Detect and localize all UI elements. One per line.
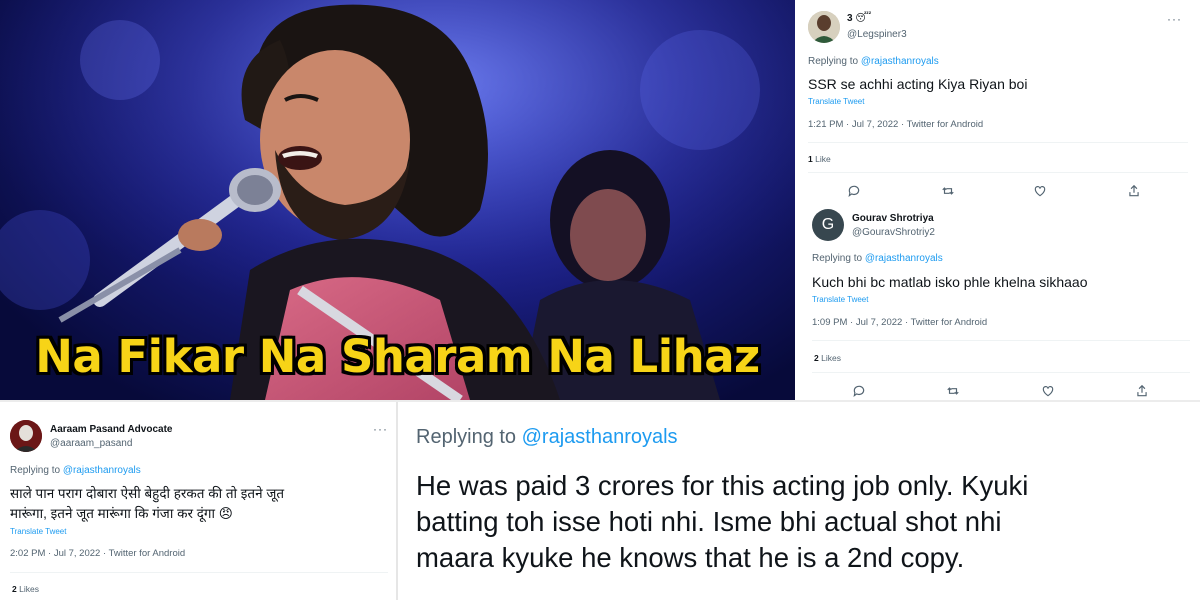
tweet-text-line-2: batting toh isse hoti nhi. Isme bhi actu… — [416, 506, 1002, 537]
display-name[interactable]: Gourav Shrotriya — [852, 213, 934, 224]
display-name[interactable]: Aaraam Pasand Advocate — [50, 424, 172, 435]
avatar-letter: G — [821, 216, 835, 233]
tweet-timestamp[interactable]: 2:02 PM · Jul 7, 2022 · Twitter for Andr… — [10, 548, 185, 559]
user-handle[interactable]: @Legspiner3 — [847, 29, 907, 40]
tweet-text-line-2: मारूंगा, इतने जूत मारूंगा कि गंजा कर दूं… — [10, 506, 233, 521]
replying-to: Replying to @rajasthanroyals — [808, 56, 939, 67]
divider — [808, 142, 1188, 143]
likes-count[interactable]: 2 Likes — [12, 584, 39, 594]
share-icon[interactable] — [1127, 184, 1141, 198]
mention-link[interactable]: @rajasthanroyals — [63, 465, 141, 476]
mention-link[interactable]: @rajasthanroyals — [522, 426, 678, 448]
likes-count[interactable]: 2 Likes — [814, 353, 841, 363]
reply-icon[interactable] — [852, 384, 866, 398]
tweet-text-line-1: साले पान पराग दोबारा ऐसी बेहुदी हरकत की … — [10, 486, 285, 501]
zoomed-tweet: Replying to @rajasthanroyals He was paid… — [398, 402, 1200, 600]
avatar[interactable]: G — [812, 209, 844, 241]
avatar[interactable] — [10, 420, 42, 452]
replying-to-label: Replying to — [808, 56, 861, 67]
divider — [812, 340, 1190, 341]
replying-to-label: Replying to — [416, 426, 522, 448]
meme-image: Na Fikar Na Sharam Na Lihaz — [0, 0, 795, 400]
replying-to: Replying to @rajasthanroyals — [10, 465, 141, 476]
meme-caption: Na Fikar Na Sharam Na Lihaz — [35, 330, 760, 383]
retweet-icon[interactable] — [941, 184, 955, 198]
replying-to-label: Replying to — [10, 465, 63, 476]
likes-count[interactable]: 1 Like — [808, 154, 831, 164]
more-icon[interactable]: ··· — [1167, 12, 1182, 26]
user-handle[interactable]: @GouravShrotriy2 — [852, 227, 935, 238]
like-icon[interactable] — [1041, 384, 1055, 398]
avatar[interactable] — [808, 11, 840, 43]
mention-link[interactable]: @rajasthanroyals — [861, 56, 939, 67]
tweet-card-gouravshrotriy2[interactable]: G Gourav Shrotriya @GouravShrotriy2 Repl… — [798, 200, 1200, 400]
replying-to: Replying to @rajasthanroyals — [416, 426, 678, 449]
user-handle[interactable]: @aaraam_pasand — [50, 438, 132, 449]
tweet-timestamp[interactable]: 1:09 PM · Jul 7, 2022 · Twitter for Andr… — [812, 317, 987, 328]
translate-tweet-link[interactable]: Translate Tweet — [808, 97, 864, 106]
tweet-text: Kuch bhi bc matlab isko phle khelna sikh… — [812, 274, 1088, 290]
tweet-text-line-1: He was paid 3 crores for this acting job… — [416, 470, 1029, 501]
more-icon[interactable]: ··· — [373, 422, 388, 436]
like-icon[interactable] — [1033, 184, 1047, 198]
reply-icon[interactable] — [847, 184, 861, 198]
tweet-text-line-3: maara kyuke he knows that he is a 2nd co… — [416, 542, 965, 573]
tweet-timestamp[interactable]: 1:21 PM · Jul 7, 2022 · Twitter for Andr… — [808, 119, 983, 130]
mention-link[interactable]: @rajasthanroyals — [865, 253, 943, 264]
translate-tweet-link[interactable]: Translate Tweet — [10, 527, 66, 536]
replying-to: Replying to @rajasthanroyals — [812, 253, 943, 264]
avatar-photo-icon — [10, 420, 42, 452]
avatar-photo-icon — [808, 11, 840, 43]
tweet-card-aaraam-pasand[interactable]: Aaraam Pasand Advocate @aaraam_pasand ··… — [0, 402, 396, 600]
replying-to-label: Replying to — [812, 253, 865, 264]
divider — [812, 372, 1190, 373]
tweet-text: He was paid 3 crores for this acting job… — [416, 468, 1186, 576]
retweet-icon[interactable] — [946, 384, 960, 398]
tweet-text: SSR se achhi acting Kiya Riyan boi — [808, 76, 1028, 92]
divider — [10, 572, 388, 573]
divider — [808, 172, 1188, 173]
share-icon[interactable] — [1135, 384, 1149, 398]
translate-tweet-link[interactable]: Translate Tweet — [812, 295, 868, 304]
tweet-card-legspiner3[interactable]: 3 😴 @Legspiner3 ··· Replying to @rajasth… — [795, 0, 1200, 200]
display-name[interactable]: 3 😴 — [847, 13, 871, 24]
